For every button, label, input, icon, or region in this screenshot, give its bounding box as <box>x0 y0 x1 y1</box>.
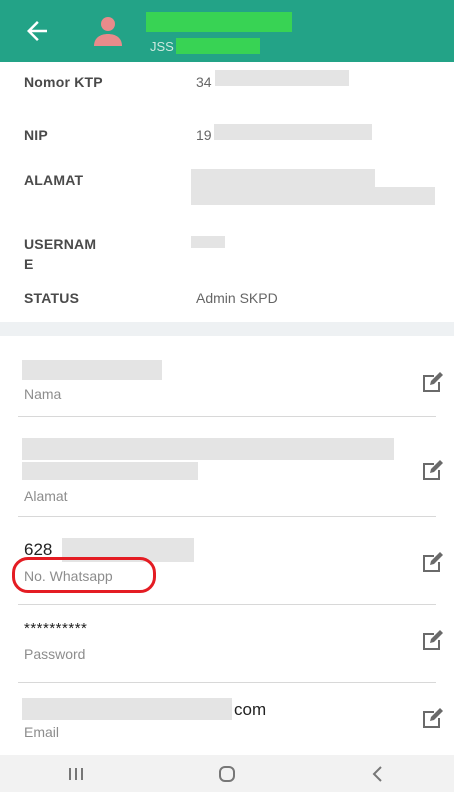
subtitle-prefix: JSS <box>150 38 174 54</box>
ktp-redacted <box>215 70 349 86</box>
home-icon[interactable] <box>207 762 247 786</box>
ktp-label: Nomor KTP <box>24 74 103 90</box>
alamat-redacted-1 <box>191 169 375 187</box>
edit-nama-icon[interactable] <box>420 370 446 394</box>
username-label: USERNAM E <box>24 236 97 272</box>
edit-password-icon[interactable] <box>420 628 446 652</box>
field-separator <box>18 604 436 605</box>
nama-label: Nama <box>24 386 62 402</box>
back-icon[interactable] <box>358 762 398 786</box>
email-value: com <box>234 700 267 719</box>
whatsapp-highlight <box>12 557 156 593</box>
edit-email-icon[interactable] <box>420 706 446 730</box>
field-separator <box>18 416 436 417</box>
field-alamat-redacted-1 <box>22 438 394 460</box>
field-separator <box>18 682 436 683</box>
app-bar: JSS <box>0 0 454 62</box>
user-subtitle: JSS <box>150 37 260 55</box>
edit-whatsapp-icon[interactable] <box>420 550 446 574</box>
field-separator <box>18 516 436 517</box>
back-arrow-icon[interactable] <box>22 16 52 46</box>
username-redacted <box>191 236 225 248</box>
user-avatar-icon <box>94 17 122 46</box>
system-nav-bar <box>0 755 454 792</box>
email-redacted <box>22 698 232 720</box>
edit-alamat-icon[interactable] <box>420 458 446 482</box>
recent-apps-icon[interactable] <box>56 762 96 786</box>
status-value: Admin SKPD <box>196 290 278 306</box>
alamat-redacted-2 <box>191 187 435 205</box>
email-label: Email <box>24 724 60 740</box>
alamat-label: ALAMAT <box>24 172 84 188</box>
field-alamat-label: Alamat <box>24 488 68 504</box>
nip-value: 19 <box>196 127 212 143</box>
section-divider <box>0 322 454 336</box>
subtitle-redacted <box>175 38 260 54</box>
field-alamat-redacted-2 <box>22 462 198 480</box>
nama-redacted <box>22 360 162 380</box>
password-value: ********** <box>24 620 88 637</box>
ktp-value: 34 <box>196 74 212 90</box>
nip-label: NIP <box>24 127 48 143</box>
password-label: Password <box>24 646 86 662</box>
status-label: STATUS <box>24 290 80 306</box>
user-name-redacted <box>146 12 292 32</box>
nip-redacted <box>214 124 372 140</box>
